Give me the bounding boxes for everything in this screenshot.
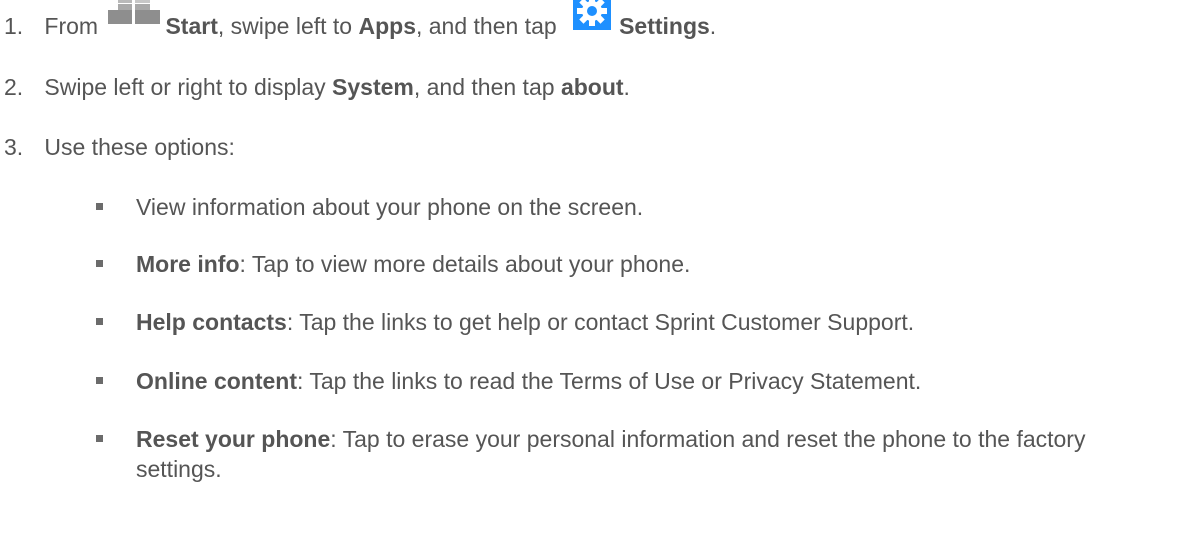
system-label: System: [332, 74, 414, 100]
option-text: : Tap the links to read the Terms of Use…: [297, 368, 922, 394]
step-2: 2. Swipe left or right to display System…: [4, 73, 630, 101]
option-text: View information about your phone on the…: [136, 194, 644, 220]
option-term: Help contacts: [136, 309, 287, 335]
settings-label: Settings: [619, 13, 710, 39]
option-term: Reset your phone: [136, 426, 331, 452]
step-text: , and then tap: [415, 13, 557, 39]
bullet-square-icon: [96, 203, 103, 210]
step-text: .: [623, 74, 630, 100]
apps-label: Apps: [358, 13, 416, 39]
about-label: about: [560, 74, 624, 100]
bullet-square-icon: [96, 318, 103, 325]
step-3: 3. Use these options:: [4, 133, 235, 161]
option-item-online-content: Online content: Tap the links to read th…: [96, 366, 1176, 396]
instructions-document: 1. From Start, swipe left to Apps, and t…: [0, 0, 1182, 557]
option-text: : Tap the links to get help or contact S…: [286, 309, 915, 335]
option-item-view-info: View information about your phone on the…: [96, 192, 1176, 222]
windows-start-icon: [108, 0, 161, 30]
step-text: , and then tap: [413, 74, 561, 100]
option-item-help-contacts: Help contacts: Tap the links to get help…: [96, 307, 1176, 337]
step-text: Swipe left or right to display: [44, 74, 333, 100]
gear-settings-icon: [573, 0, 612, 30]
option-term: Online content: [136, 368, 297, 394]
bullet-square-icon: [96, 377, 103, 384]
bullet-square-icon: [96, 260, 103, 267]
option-item-reset-phone: Reset your phone: Tap to erase your pers…: [96, 424, 1176, 484]
step-number: 3.: [4, 134, 24, 160]
step-text: .: [709, 13, 717, 39]
step-text: , swipe left to: [217, 13, 359, 39]
step-text: From: [44, 13, 99, 39]
option-term: More info: [136, 251, 240, 277]
start-label: Start: [165, 13, 218, 39]
option-item-more-info: More info: Tap to view more details abou…: [96, 249, 1176, 279]
step-number: 2.: [4, 74, 24, 100]
option-text: : Tap to view more details about your ph…: [239, 251, 691, 277]
step-text: Use these options:: [44, 134, 235, 160]
step-1: 1. From Start, swipe left to Apps, and t…: [4, 0, 716, 40]
step-number: 1.: [4, 13, 24, 39]
bullet-square-icon: [96, 435, 103, 442]
